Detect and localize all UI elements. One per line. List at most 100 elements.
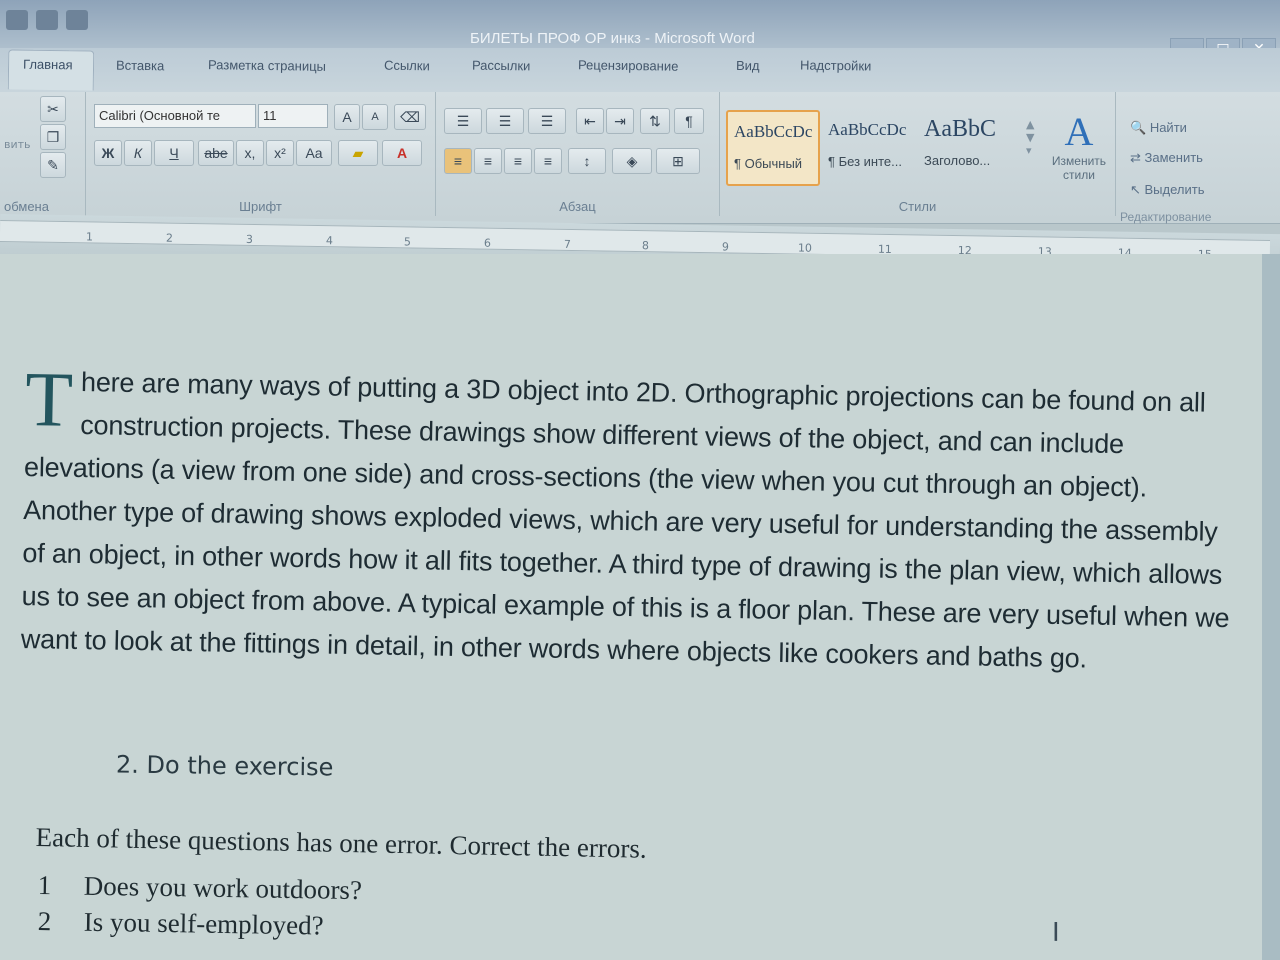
clear-format-icon[interactable]: ⌫ bbox=[394, 104, 426, 130]
multilevel-list-icon[interactable]: ☰ bbox=[528, 108, 566, 134]
align-center-icon[interactable]: ≡ bbox=[474, 148, 502, 174]
ribbon-tabs: Главная Вставка Разметка страницы Ссылки… bbox=[0, 48, 1280, 92]
paragraph-group-label: Абзац bbox=[559, 199, 596, 214]
bold-button[interactable]: Ж bbox=[94, 140, 122, 166]
decrease-indent-icon[interactable]: ⇤ bbox=[576, 108, 604, 134]
ruler-tick: 5 bbox=[403, 235, 412, 249]
style-name: ¶ Обычный bbox=[734, 156, 803, 171]
select-button[interactable]: ↖ Выделить bbox=[1130, 182, 1205, 198]
font-name-select[interactable]: Calibri (Основной те bbox=[94, 104, 256, 128]
select-icon: ↖ bbox=[1130, 182, 1145, 197]
change-styles-label: Изменить стили bbox=[1051, 154, 1107, 182]
tab-addins[interactable]: Надстройки bbox=[800, 58, 872, 74]
quick-access-toolbar bbox=[6, 10, 88, 30]
paragraph-group: ☰ ☰ ☰ ⇤ ⇥ ⇅ ¶ ≡ ≡ ≡ ≡ ↕ ◈ ⊞ Абзац bbox=[436, 92, 720, 216]
style-name: Заголово... bbox=[924, 153, 991, 168]
superscript-button[interactable]: x² bbox=[266, 140, 294, 166]
undo-icon[interactable] bbox=[36, 10, 58, 30]
font-group: Calibri (Основной те 11 A A ⌫ Ж К Ч abe … bbox=[86, 92, 436, 216]
style-no-spacing[interactable]: AaBbCcDc ¶ Без инте... bbox=[822, 110, 916, 186]
window-title: БИЛЕТЫ ПРОФ ОР инкз - Microsoft Word bbox=[470, 30, 755, 47]
style-heading[interactable]: AaBbC Заголово... bbox=[918, 110, 1012, 186]
styles-group-label: Стили bbox=[898, 199, 937, 214]
line-spacing-icon[interactable]: ↕ bbox=[568, 148, 606, 174]
strikethrough-button[interactable]: abe bbox=[198, 140, 234, 166]
paste-label: вить bbox=[4, 138, 31, 151]
question-text: Does you work outdoors? bbox=[83, 870, 363, 906]
shading-icon[interactable]: ◈ bbox=[612, 148, 652, 174]
title-bar: БИЛЕТЫ ПРОФ ОР инкз - Microsoft Word – □… bbox=[0, 0, 1280, 58]
font-color-button[interactable]: A bbox=[382, 140, 422, 166]
font-size-select[interactable]: 11 bbox=[258, 104, 328, 128]
borders-icon[interactable]: ⊞ bbox=[656, 148, 700, 174]
redo-icon[interactable] bbox=[66, 10, 88, 30]
tab-page-layout[interactable]: Разметка страницы bbox=[208, 57, 326, 74]
exercise-heading: 2. Do the exercise bbox=[115, 750, 334, 782]
question-text: Is you self-employed? bbox=[83, 906, 324, 941]
replace-icon: ⇄ bbox=[1130, 150, 1145, 165]
binoculars-icon: 🔍 bbox=[1130, 120, 1150, 135]
text-cursor-icon: Ι bbox=[1052, 918, 1060, 948]
ruler-tick: 2 bbox=[165, 231, 174, 245]
grow-font-button[interactable]: A bbox=[334, 104, 360, 130]
numbering-icon[interactable]: ☰ bbox=[486, 108, 524, 134]
sort-icon[interactable]: ⇅ bbox=[640, 108, 670, 134]
find-label: Найти bbox=[1149, 120, 1187, 135]
styles-scroll-icon[interactable]: ▲ ▼ ▾ bbox=[1026, 118, 1034, 157]
question-item: 1 Does you work outdoors? bbox=[38, 870, 363, 906]
clipboard-group-label: обмена bbox=[4, 199, 49, 214]
ruler-tick: 6 bbox=[483, 236, 492, 250]
align-left-icon[interactable]: ≡ bbox=[444, 148, 472, 174]
change-styles-button[interactable]: A Изменить стили bbox=[1048, 109, 1110, 183]
ruler-tick: 1 bbox=[85, 230, 94, 244]
style-normal[interactable]: AaBbCcDc ¶ Обычный bbox=[726, 110, 820, 186]
tab-insert[interactable]: Вставка bbox=[116, 58, 165, 74]
ruler-tick: 4 bbox=[325, 234, 334, 248]
ruler-tick: 9 bbox=[721, 240, 729, 254]
format-painter-icon[interactable]: ✎ bbox=[40, 152, 66, 178]
show-marks-button[interactable]: ¶ bbox=[674, 108, 704, 134]
style-sample: AaBbCcDc bbox=[734, 122, 813, 141]
ruler-tick: 8 bbox=[641, 239, 649, 253]
replace-label: Заменить bbox=[1144, 150, 1203, 165]
italic-button[interactable]: К bbox=[124, 140, 152, 166]
ruler-tick: 10 bbox=[797, 241, 812, 255]
change-styles-icon: A bbox=[1064, 109, 1094, 154]
ribbon: вить ✂ ❐ ✎ обмена Calibri (Основной те 1… bbox=[0, 92, 1280, 224]
style-sample: AaBbC bbox=[924, 116, 996, 142]
increase-indent-icon[interactable]: ⇥ bbox=[606, 108, 634, 134]
justify-icon[interactable]: ≡ bbox=[534, 148, 562, 174]
style-sample: AaBbCcDc bbox=[828, 120, 907, 139]
align-right-icon[interactable]: ≡ bbox=[504, 148, 532, 174]
style-name: ¶ Без инте... bbox=[828, 154, 902, 169]
vertical-scrollbar[interactable] bbox=[1262, 254, 1280, 960]
ruler-tick: 7 bbox=[563, 237, 572, 251]
tab-view[interactable]: Вид bbox=[736, 58, 760, 73]
clipboard-group: вить ✂ ❐ ✎ обмена bbox=[0, 92, 86, 216]
save-icon[interactable] bbox=[6, 10, 28, 30]
cut-icon[interactable]: ✂ bbox=[40, 96, 66, 122]
body-paragraph: T here are many ways of putting a 3D obj… bbox=[20, 355, 1235, 683]
font-group-label: Шрифт bbox=[239, 199, 282, 214]
underline-button[interactable]: Ч bbox=[154, 140, 194, 166]
styles-group: AaBbCcDc ¶ Обычный AaBbCcDc ¶ Без инте..… bbox=[720, 92, 1116, 216]
tab-review[interactable]: Рецензирование bbox=[578, 57, 679, 73]
shrink-font-button[interactable]: A bbox=[362, 104, 388, 130]
subscript-button[interactable]: x, bbox=[236, 140, 264, 166]
question-item: 2 Is you self-employed? bbox=[38, 906, 324, 941]
select-label: Выделить bbox=[1144, 182, 1205, 197]
ruler-tick: 3 bbox=[245, 232, 254, 246]
tab-mailings[interactable]: Рассылки bbox=[472, 58, 531, 74]
bullets-icon[interactable]: ☰ bbox=[444, 108, 482, 134]
question-number: 2 bbox=[37, 906, 52, 937]
find-button[interactable]: 🔍 Найти bbox=[1130, 120, 1187, 136]
copy-icon[interactable]: ❐ bbox=[40, 124, 66, 150]
highlight-icon[interactable]: ▰ bbox=[338, 140, 378, 166]
tab-references[interactable]: Ссылки bbox=[384, 58, 430, 74]
editing-group-label: Редактирование bbox=[1120, 210, 1212, 224]
replace-button[interactable]: ⇄ Заменить bbox=[1130, 150, 1203, 166]
tab-home[interactable]: Главная bbox=[7, 49, 95, 91]
change-case-button[interactable]: Aa bbox=[296, 140, 332, 166]
paragraph-text: here are many ways of putting a 3D objec… bbox=[20, 367, 1230, 674]
question-number: 1 bbox=[37, 870, 52, 901]
